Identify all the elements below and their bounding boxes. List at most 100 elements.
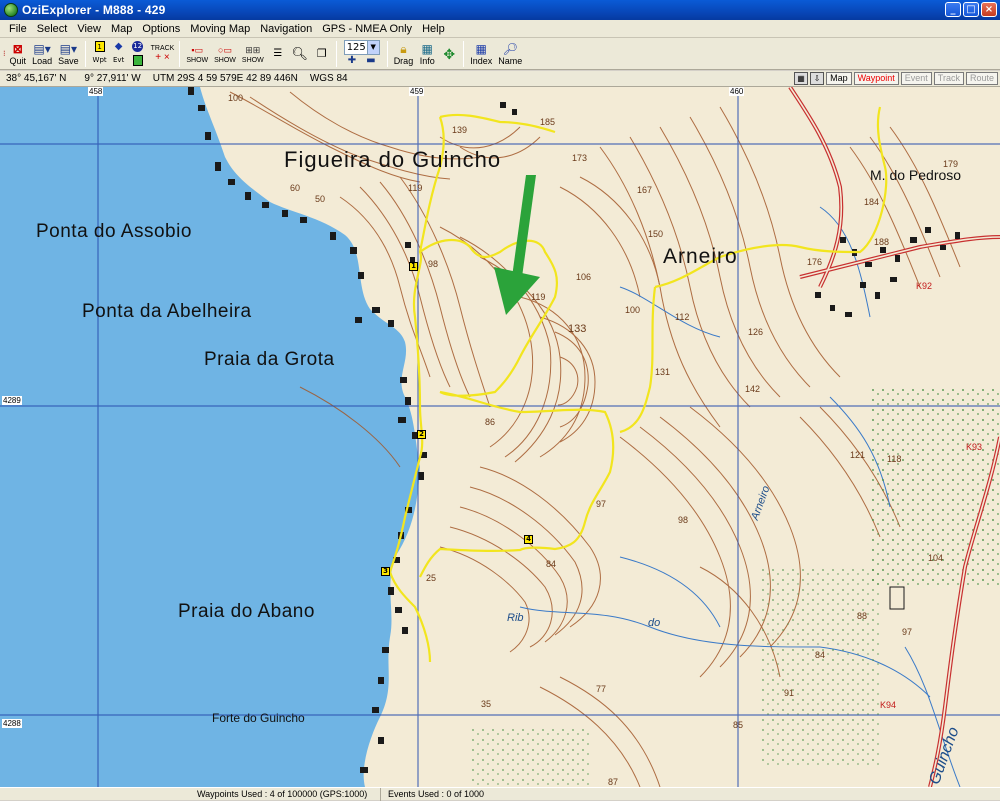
waypoint-show-icon: ▪▭ [191,45,204,55]
map-marker-icon[interactable] [132,55,143,66]
show-events-button[interactable]: ○▭ SHOW [211,39,239,69]
waypoints-used: Waypoints Used : 4 of 100000 (GPS:1000) [197,789,368,799]
load-button[interactable]: ▤▾ Load [29,39,55,69]
spot-height: 150 [648,229,664,239]
grid-label-460: 460 [729,87,745,96]
track-button[interactable]: TRACK + × [149,39,177,69]
spot-height: 85 [733,720,744,730]
view-route-button[interactable]: Route [965,72,998,85]
datum-readout: WGS 84 [309,73,348,84]
drag-button[interactable]: 🔒︎ Drag [391,39,417,69]
zoom-in-icon[interactable]: ✚ [348,55,356,67]
event-tool-icon[interactable]: ◆ [111,41,127,52]
spot-height: 188 [874,237,890,247]
status-bar: Waypoints Used : 4 of 100000 (GPS:1000) … [0,787,1000,801]
track-plus-icon: + × [155,51,170,63]
title-bar: OziExplorer - M888 - 429 _ □ × [0,0,1000,20]
view-map-button[interactable]: Map [826,72,852,85]
pan-arrows-icon: ✥ [443,45,456,62]
menu-gps[interactable]: GPS - NMEA Only [317,23,417,35]
spot-height: 25 [426,573,437,583]
index-button[interactable]: ▦ Index [467,39,495,69]
spot-height: 176 [807,257,823,267]
view-track-button[interactable]: Track [933,72,964,85]
menu-bar: File Select View Map Options Moving Map … [0,20,1000,38]
save-button[interactable]: ▤▾ Save [55,39,82,69]
grid-label-4289: 4289 [2,396,22,405]
quit-button[interactable]: ⊠ Quit [7,39,30,69]
spot-height: 50 [315,194,326,204]
view-waypoint-button[interactable]: Waypoint [853,72,899,85]
menu-help[interactable]: Help [417,23,450,35]
spot-height: 77 [596,684,607,694]
spot-height: 60 [290,183,301,193]
label-ponta-da-abelheira: Ponta da Abelheira [82,301,252,322]
label-praia-do-abano: Praia do Abano [178,601,315,622]
spot-height: 185 [540,117,556,127]
show-waypoints-button[interactable]: ▪▭ SHOW [183,39,211,69]
pan-button[interactable]: ✥ [438,39,460,69]
maximize-button[interactable]: □ [963,2,979,17]
waypoint-marker[interactable]: 4 [524,535,533,544]
windows-button[interactable]: ❐ [311,39,333,69]
spot-height: 91 [784,688,795,698]
windows-icon: ❐ [316,47,327,60]
latitude-readout: 38° 45,167' N [6,73,67,84]
info-button[interactable]: ▦ Info [416,39,438,69]
name-search-button[interactable]: 🔎︎ Name [495,39,525,69]
spot-height: 139 [452,125,468,135]
spot-height: 133 [568,323,587,335]
position-bar: 38° 45,167' N 9° 27,911' W UTM 29S 4 59 … [0,71,1000,87]
track-control-icon: ☰ [273,47,283,59]
menu-view[interactable]: View [72,23,106,35]
evt-label[interactable]: Evt [111,55,127,66]
grid-toggle-icon[interactable]: ▦ [794,72,809,85]
zoom-out-icon[interactable]: ▬ [366,55,375,67]
menu-select[interactable]: Select [32,23,73,35]
events-used: Events Used : 0 of 1000 [388,789,485,799]
show-routes-button[interactable]: ⊞⊞ SHOW [239,39,267,69]
waypoint-marker[interactable]: 2 [417,430,426,439]
spot-height: 86 [485,417,496,427]
track-control-button[interactable]: ☰ [267,39,289,69]
close-button[interactable]: × [981,2,997,17]
spot-height: 167 [637,185,653,195]
spot-height: 98 [428,259,439,269]
spot-height: 84 [546,559,557,569]
spot-height: 97 [596,499,607,509]
menu-moving-map[interactable]: Moving Map [185,23,255,35]
minimize-button[interactable]: _ [945,2,961,17]
wpt-label[interactable]: Wpt [92,55,108,66]
view-event-button[interactable]: Event [900,72,932,85]
save-view-icon[interactable]: ⇩ [810,72,825,85]
app-icon [4,3,18,17]
spot-height: 97 [902,627,913,637]
spot-height: 100 [625,305,641,315]
menu-navigation[interactable]: Navigation [255,23,317,35]
topo-map[interactable] [0,87,1000,787]
chevron-down-icon[interactable]: ▼ [366,41,379,54]
spot-height: 35 [481,699,492,709]
menu-map[interactable]: Map [106,23,137,35]
load-icon: ▤▾ [33,41,51,56]
spot-height: 87 [608,777,619,787]
map-view[interactable]: 458 459 460 4289 4288 Figueira do Guinch… [0,87,1000,787]
object-tools: 1 ◆ 12 Wpt Evt [89,40,149,67]
find-button[interactable]: 🔍︎ [289,39,311,69]
menu-file[interactable]: File [4,23,32,35]
label-m-do-pedroso: M. do Pedroso [870,167,962,183]
spot-height: 126 [748,327,764,337]
waypoint-marker[interactable]: 3 [381,567,390,576]
zoom-select[interactable]: 125 ▼ [343,40,380,55]
spot-height: 142 [745,384,761,394]
waypoint-tool-icon[interactable]: 1 [94,41,105,52]
spot-height: 173 [572,153,588,163]
spot-height: 98 [678,515,689,525]
index-icon: ▦ [475,41,487,56]
label-figueira-do-guincho: Figueira do Guincho [284,147,502,172]
menu-options[interactable]: Options [137,23,185,35]
road-label-k92: K92 [916,281,933,291]
window-title: OziExplorer - M888 - 429 [22,3,166,17]
twelve-tool-icon[interactable]: 12 [132,41,144,52]
waypoint-marker[interactable]: 1 [409,262,418,271]
